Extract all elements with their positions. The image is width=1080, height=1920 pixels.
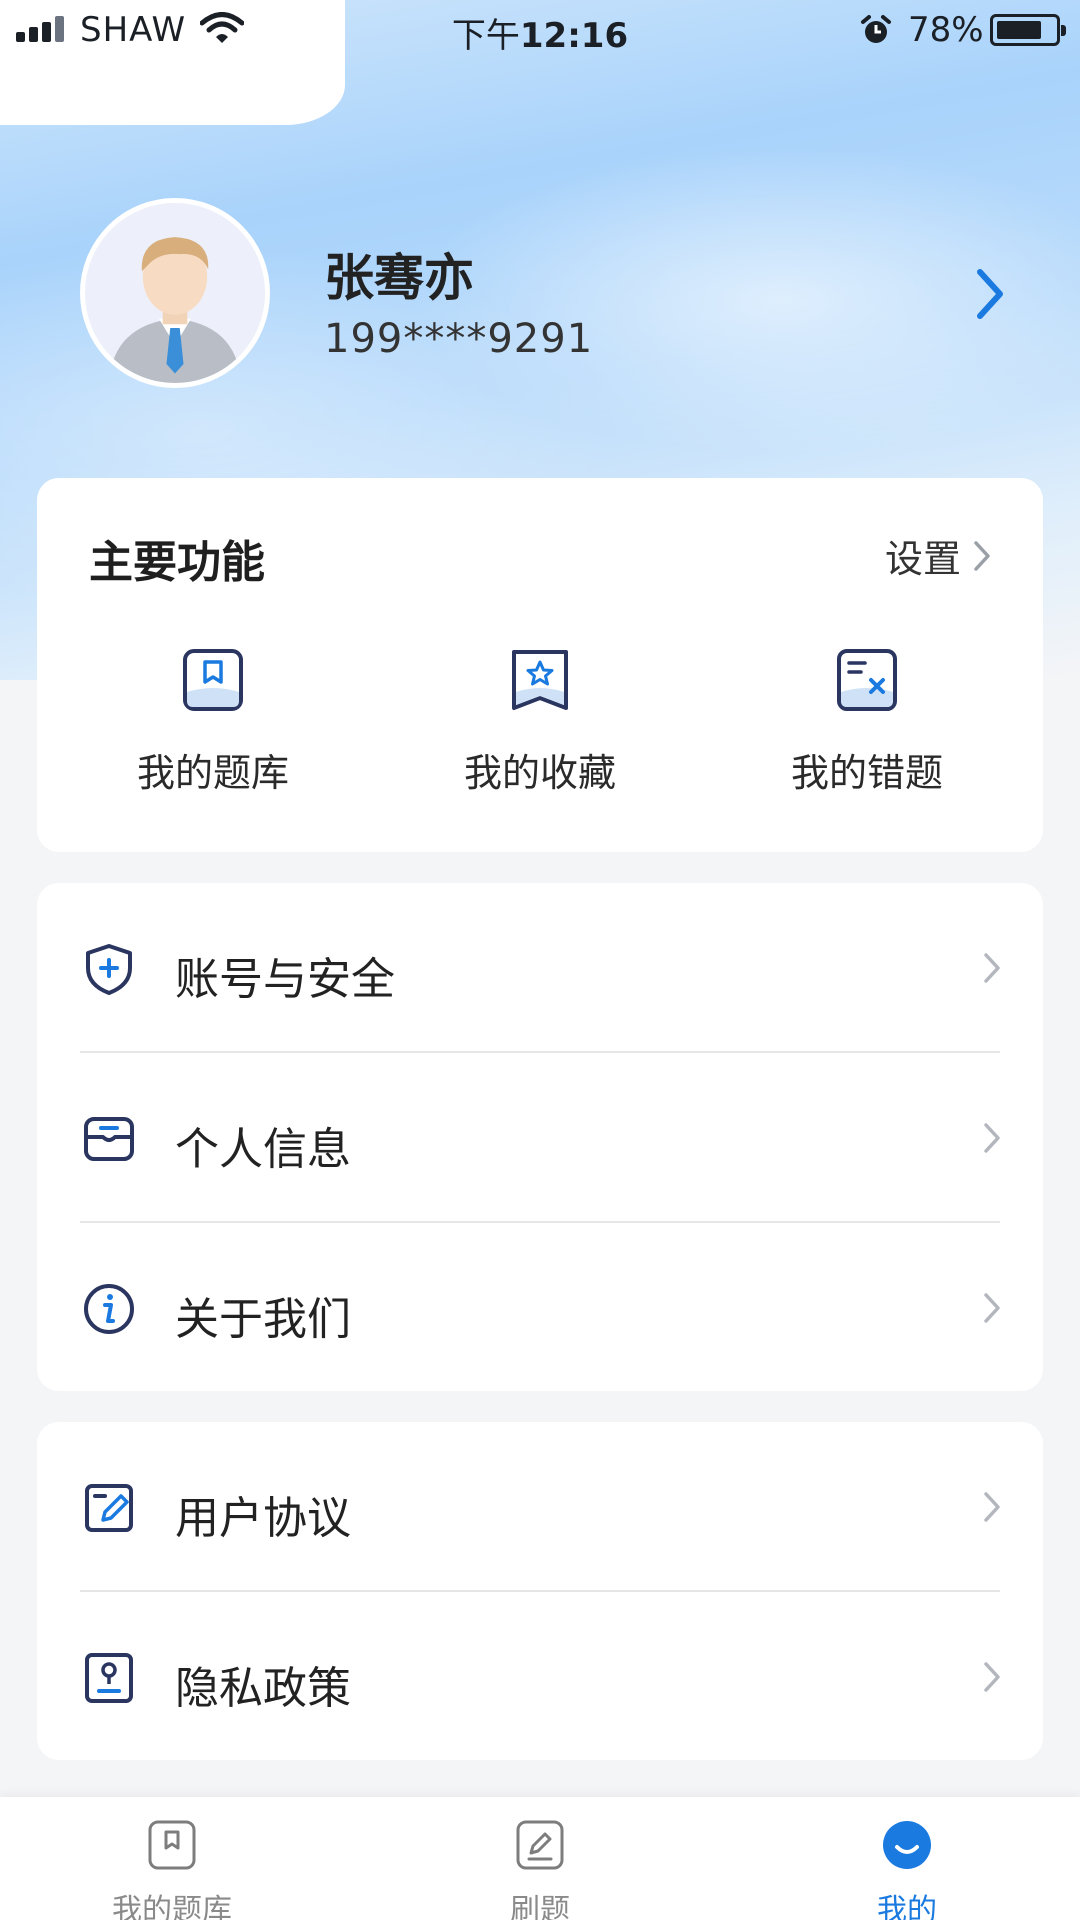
menu-item-user-agreement[interactable]: 用户协议 xyxy=(37,1422,1043,1591)
question-bank-icon xyxy=(148,1820,196,1870)
personal-info-icon xyxy=(84,1117,134,1161)
avatar-person-icon xyxy=(85,203,265,383)
menu-item-account-security[interactable]: 账号与安全 xyxy=(37,883,1043,1052)
info-icon xyxy=(84,1284,134,1334)
menu-item-label: 隐私政策 xyxy=(175,1663,351,1714)
alarm-icon xyxy=(861,15,891,43)
tab-practice[interactable]: 刷题 xyxy=(420,1819,660,1920)
menu-item-label: 关于我们 xyxy=(175,1294,351,1345)
chevron-right-icon xyxy=(974,540,990,571)
practice-icon xyxy=(516,1820,564,1870)
agreement-icon xyxy=(85,1484,133,1532)
legal-menu-card: 用户协议 隐私政策 xyxy=(37,1422,1043,1760)
tab-question-bank[interactable]: 我的题库 xyxy=(52,1819,292,1920)
feature-favorites[interactable]: 我的收藏 xyxy=(380,646,700,797)
question-bank-icon xyxy=(183,649,243,711)
menu-item-label: 用户协议 xyxy=(175,1493,351,1544)
avatar[interactable] xyxy=(80,198,270,388)
menu-item-about-us[interactable]: 关于我们 xyxy=(37,1223,1043,1392)
tab-label: 我的 xyxy=(877,1893,937,1920)
shield-icon xyxy=(86,944,132,995)
feature-label: 我的题库 xyxy=(136,751,289,795)
settings-button[interactable]: 设置 xyxy=(885,528,993,583)
menu-item-label: 个人信息 xyxy=(175,1124,351,1175)
profile-chevron-right-icon[interactable] xyxy=(970,266,1010,322)
time-prefix: 下午 xyxy=(451,16,520,56)
battery-fill xyxy=(997,21,1041,39)
feature-question-bank[interactable]: 我的题库 xyxy=(53,646,373,797)
favorites-icon xyxy=(512,650,568,710)
battery-icon xyxy=(990,14,1066,46)
wrong-questions-icon xyxy=(837,649,897,711)
menu-item-personal-info[interactable]: 个人信息 xyxy=(37,1053,1043,1222)
main-functions-title: 主要功能 xyxy=(89,537,265,588)
status-bar: SHAW 下午12:16 78% xyxy=(0,0,1080,62)
profile-screen: SHAW 下午12:16 78% 张骞亦 199****9291 主要功能 设置… xyxy=(0,0,1080,1920)
main-functions-card: 主要功能 设置 我的题库 我的收藏 我的错题 xyxy=(37,478,1043,852)
settings-label: 设置 xyxy=(884,537,961,581)
user-phone: 199****9291 xyxy=(324,316,594,362)
battery-percent: 78% xyxy=(908,10,984,50)
tab-label: 刷题 xyxy=(510,1893,570,1920)
feature-label: 我的错题 xyxy=(790,751,943,795)
menu-item-label: 账号与安全 xyxy=(175,954,395,1005)
profile-icon xyxy=(883,1821,931,1869)
chevron-right-icon xyxy=(984,1492,1000,1522)
feature-label: 我的收藏 xyxy=(463,751,616,795)
tab-label: 我的题库 xyxy=(112,1893,232,1920)
menu-item-privacy-policy[interactable]: 隐私政策 xyxy=(37,1592,1043,1761)
chevron-right-icon xyxy=(984,1293,1000,1323)
chevron-right-icon xyxy=(984,1662,1000,1692)
feature-wrong-questions[interactable]: 我的错题 xyxy=(707,646,1027,797)
chevron-right-icon xyxy=(984,1123,1000,1153)
chevron-right-icon xyxy=(984,953,1000,983)
user-name[interactable]: 张骞亦 xyxy=(324,238,474,310)
privacy-icon xyxy=(85,1653,133,1703)
tab-mine[interactable]: 我的 xyxy=(787,1819,1027,1920)
bottom-tab-bar: 我的题库 刷题 我的 xyxy=(0,1797,1080,1920)
time-value: 12:16 xyxy=(519,16,629,56)
settings-menu-card: 账号与安全 个人信息 关于我们 xyxy=(37,883,1043,1391)
